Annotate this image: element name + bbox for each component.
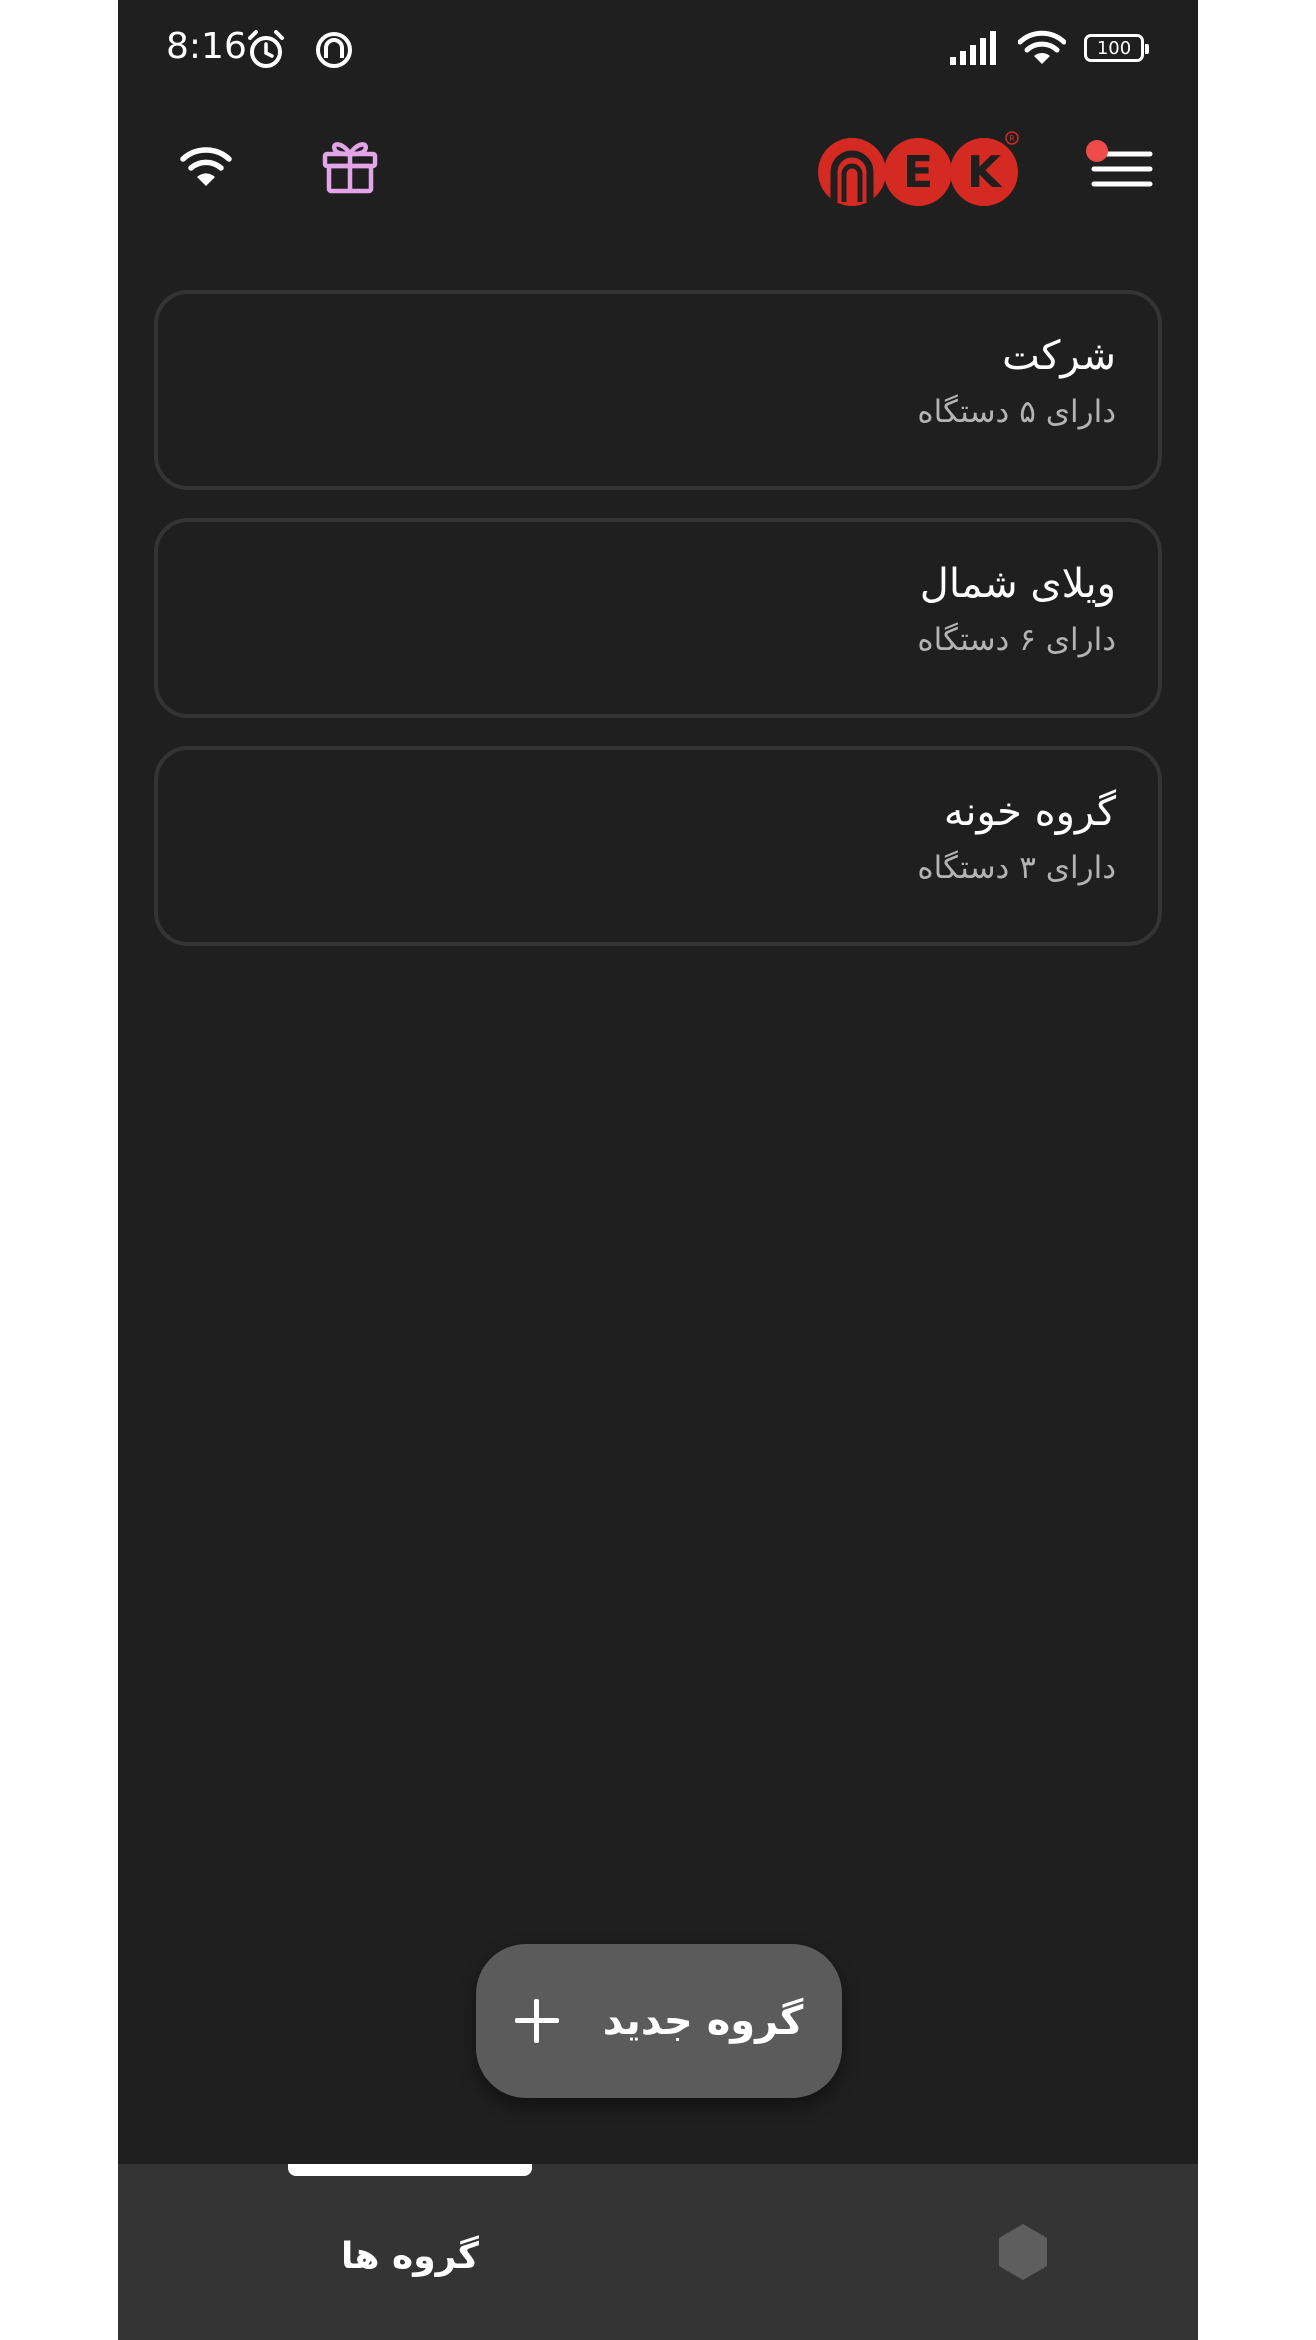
tab-groups-label: گروه ها xyxy=(341,2235,479,2277)
status-right-icons: 100 xyxy=(950,30,1149,66)
group-device-count: دارای ۵ دستگاه xyxy=(917,394,1116,430)
tab-devices[interactable] xyxy=(918,2164,1128,2340)
hexagon-icon xyxy=(999,2224,1047,2280)
battery-indicator: 100 xyxy=(1084,34,1149,62)
menu-button[interactable] xyxy=(1084,138,1154,198)
gift-button[interactable] xyxy=(318,134,382,198)
brand-logo: E K R xyxy=(816,128,1021,208)
group-device-count: دارای ۶ دستگاه xyxy=(917,622,1116,658)
hamburger-menu-icon xyxy=(1086,140,1153,187)
group-card[interactable]: ویلای شمال دارای ۶ دستگاه xyxy=(154,518,1162,718)
wifi-button[interactable] xyxy=(176,138,236,194)
logo-letter-e: E xyxy=(903,147,933,198)
status-bar: 8:16 100 xyxy=(118,0,1198,100)
group-name: گروه خونه xyxy=(943,789,1116,835)
group-name: شرکت xyxy=(1002,333,1116,379)
gift-icon xyxy=(322,142,378,194)
notification-dot xyxy=(1086,140,1108,162)
group-card[interactable]: شرکت دارای ۵ دستگاه xyxy=(154,290,1162,490)
app-bar: E K R xyxy=(118,120,1198,214)
signal-icon xyxy=(950,31,996,65)
new-group-label: گروه جدید xyxy=(602,1998,804,2044)
wifi-icon xyxy=(180,147,232,186)
app-screen: 8:16 100 E K R شرکت دارای ۵ دستگاه ویلای… xyxy=(118,0,1198,2340)
app-notification-icon xyxy=(316,32,352,68)
plus-icon xyxy=(514,1999,559,2043)
status-left-icons xyxy=(244,28,356,72)
new-group-button[interactable]: گروه جدید xyxy=(476,1944,842,2098)
svg-text:R: R xyxy=(1009,134,1015,143)
wifi-status-icon xyxy=(1018,30,1066,64)
group-card[interactable]: گروه خونه دارای ۳ دستگاه xyxy=(154,746,1162,946)
group-device-count: دارای ۳ دستگاه xyxy=(917,850,1116,886)
battery-level: 100 xyxy=(1096,37,1132,59)
logo-letter-k: K xyxy=(967,147,1003,198)
tab-groups[interactable]: گروه ها xyxy=(288,2164,532,2340)
group-name: ویلای شمال xyxy=(919,561,1116,607)
brand-logo-mark: E K R xyxy=(818,131,1019,206)
bottom-navigation: گروه ها xyxy=(118,2164,1198,2340)
group-list: شرکت دارای ۵ دستگاه ویلای شمال دارای ۶ د… xyxy=(154,290,1162,974)
alarm-icon xyxy=(248,30,284,68)
status-time: 8:16 xyxy=(166,26,247,67)
